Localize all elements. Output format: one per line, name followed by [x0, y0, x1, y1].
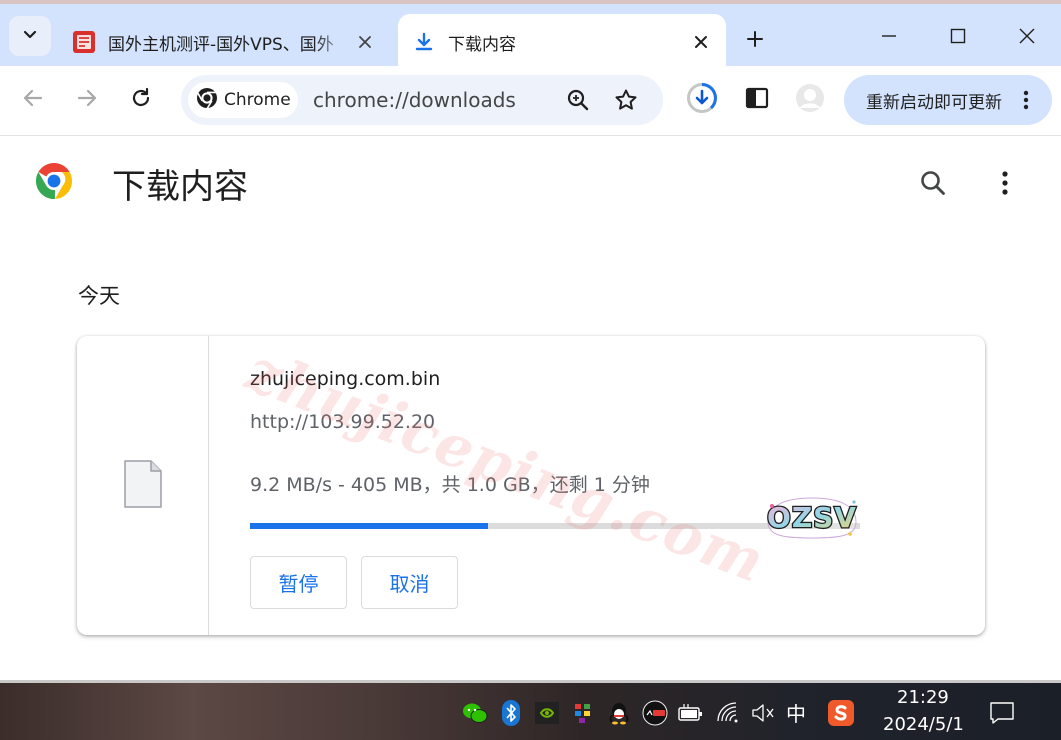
side-panel-icon	[745, 86, 769, 114]
wifi-icon[interactable]	[716, 700, 742, 726]
minimize-icon	[881, 28, 897, 48]
tab-search-button[interactable]	[9, 16, 51, 56]
ozsv-badge-text: OZSV	[767, 501, 857, 534]
reload-button[interactable]	[123, 82, 159, 118]
color-grid-icon[interactable]	[570, 700, 596, 726]
close-icon	[1019, 28, 1035, 48]
close-icon[interactable]	[686, 27, 716, 57]
nvidia-icon[interactable]	[534, 700, 560, 726]
download-circle-icon	[686, 82, 718, 118]
more-vert-icon[interactable]	[1016, 90, 1036, 110]
ime-indicator[interactable]: 中	[786, 698, 806, 727]
file-icon-column	[77, 336, 209, 635]
chrome-icon	[196, 87, 218, 113]
update-button-label: 重新启动即可更新	[866, 92, 1002, 113]
file-icon	[123, 459, 163, 513]
browser-toolbar: Chrome chrome://downloads 重新启动即可更新	[0, 66, 1061, 136]
ozsv-graffiti-badge: OZSV	[764, 492, 860, 540]
notification-icon[interactable]	[988, 699, 1016, 727]
date-section-label: 今天	[78, 284, 120, 308]
clock-date[interactable]: 2024/5/1	[883, 714, 964, 735]
page-title: 下载内容	[112, 167, 248, 207]
tab-title: 国外主机测评-国外VPS、国外	[108, 34, 334, 55]
qq-icon[interactable]	[606, 700, 632, 726]
app-badge-icon[interactable]	[642, 700, 668, 726]
cancel-button[interactable]: 取消	[361, 556, 458, 609]
site-info-chip[interactable]: Chrome	[188, 82, 298, 118]
arrow-left-icon	[22, 87, 44, 113]
tab-title: 下载内容	[448, 34, 516, 55]
chrome-logo-icon	[35, 162, 73, 200]
search-icon[interactable]	[914, 164, 952, 202]
restart-to-update-button[interactable]: 重新启动即可更新	[844, 75, 1052, 125]
battery-icon[interactable]	[678, 700, 704, 726]
download-progress-fill	[250, 523, 488, 529]
more-vert-icon[interactable]	[990, 164, 1020, 202]
arrow-right-icon	[76, 87, 98, 113]
bookmark-star-icon[interactable]	[611, 85, 641, 115]
download-icon	[412, 30, 436, 54]
bluetooth-icon[interactable]	[498, 700, 524, 726]
sogou-icon[interactable]	[828, 700, 854, 726]
maximize-button[interactable]	[935, 18, 981, 58]
back-button[interactable]	[15, 82, 51, 118]
site-chip-label: Chrome	[224, 90, 291, 110]
pause-button[interactable]: 暂停	[250, 556, 347, 609]
windows-taskbar: 中 21:29 2024/5/1	[0, 680, 1061, 740]
side-panel-button[interactable]	[739, 82, 775, 118]
volume-muted-icon[interactable]	[750, 700, 776, 726]
forward-button[interactable]	[69, 82, 105, 118]
zhujiceping-site-icon	[72, 30, 96, 54]
minimize-button[interactable]	[866, 18, 912, 58]
tab-zhujiceping[interactable]: 国外主机测评-国外VPS、国外	[58, 14, 390, 70]
avatar	[795, 83, 825, 117]
wechat-icon[interactable]	[462, 700, 488, 726]
profile-button[interactable]	[792, 82, 828, 118]
address-bar[interactable]: Chrome chrome://downloads	[181, 75, 663, 125]
clock-time[interactable]: 21:29	[897, 687, 949, 708]
tab-strip: 国外主机测评-国外VPS、国外 下载内容	[0, 0, 1061, 70]
reload-icon	[130, 87, 152, 113]
close-icon[interactable]	[350, 27, 380, 57]
chevron-down-icon	[22, 26, 38, 46]
downloads-toolbar-button[interactable]	[684, 82, 720, 118]
maximize-icon	[950, 28, 966, 48]
url-text[interactable]: chrome://downloads	[313, 88, 516, 112]
window-close-button[interactable]	[1004, 18, 1050, 58]
downloads-header: 下载内容	[0, 137, 1061, 227]
new-tab-button[interactable]	[738, 24, 772, 58]
plus-icon	[746, 30, 764, 52]
tab-downloads[interactable]: 下载内容	[398, 14, 726, 70]
zoom-icon[interactable]	[563, 85, 593, 115]
